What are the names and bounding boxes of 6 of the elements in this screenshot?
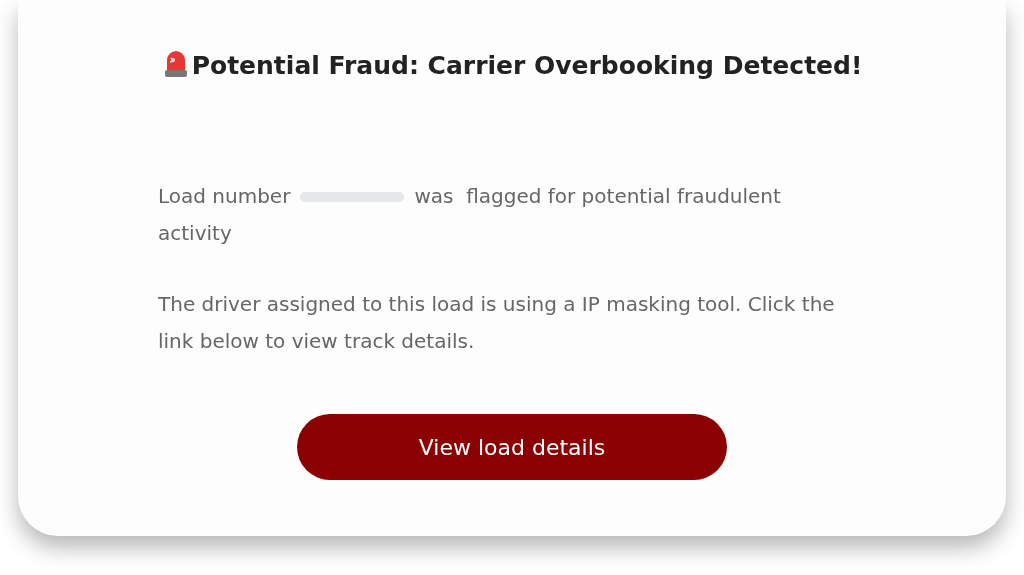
flag-message-text: Load number [158, 183, 291, 210]
flag-message-text: activity [158, 220, 232, 247]
detail-message: The driver assigned to this load is using a IP masking tool. Click the link below to view track details. [158, 291, 836, 355]
alert-title: Potential Fraud: Carrier Overbooking Detected! [191, 50, 863, 80]
flag-message-text: was flagged for potential fraudulent [414, 183, 781, 210]
view-load-details-button[interactable]: View load details [297, 414, 727, 480]
